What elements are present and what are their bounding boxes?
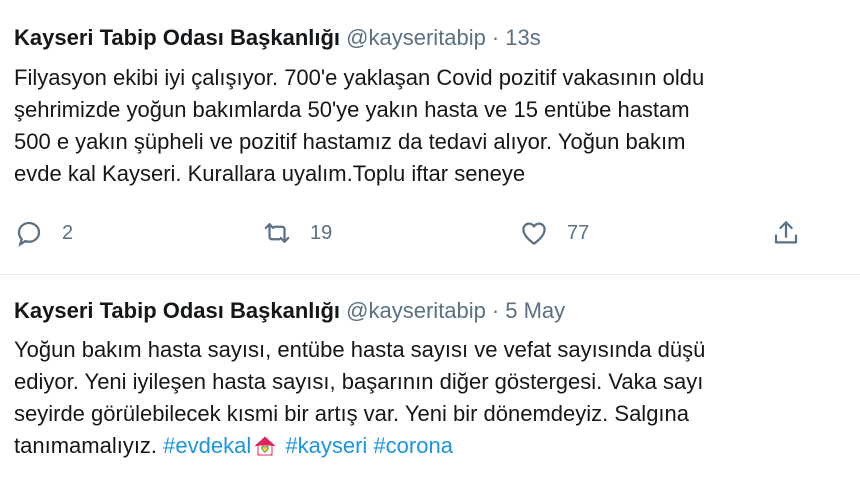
hashtag-kayseri[interactable]: #kayseri [285,433,367,458]
reply-button[interactable]: 2 [14,218,73,248]
tweet-text-fragment: tanımamalıyız. [14,433,158,458]
author-handle[interactable]: @kayseritabip [346,25,486,50]
tweet-timestamp[interactable]: 13s [505,25,540,50]
like-button[interactable]: 77 [519,218,589,248]
share-icon [774,221,798,244]
tweet-text-line: Yoğun bakım hasta sayısı, entübe hasta s… [14,337,706,362]
separator-dot: · [491,25,500,50]
hashtag-evdekal[interactable]: #evdekal [163,433,251,458]
share-button[interactable] [771,218,801,248]
tweet-1[interactable]: Kayseri Tabip Odası Başkanlığı @kayserit… [0,0,860,275]
retweet-count: 19 [310,221,333,244]
tweet-2[interactable]: Kayseri Tabip Odası Başkanlığı @kayserit… [0,275,860,480]
tweet-text-line: Filyasyon ekibi iyi çalışıyor. 700'e yak… [14,65,705,90]
heart-icon [522,222,546,245]
tweet-text-line: seyirde görülebilecek kısmi bir artış va… [14,401,690,426]
tweet-text-line: 500 e yakın şüpheli ve pozitif hastamız … [14,129,686,154]
like-count: 77 [567,221,590,244]
author-name[interactable]: Kayseri Tabip Odası Başkanlığı [14,298,340,323]
reply-count: 2 [62,221,74,244]
tweet-header: Kayseri Tabip Odası Başkanlığı @kayserit… [14,296,565,326]
retweet-icon [264,223,290,243]
reply-icon [17,221,41,247]
tweet-text-line: evde kal Kayseri. Kurallara uyalım.Toplu… [14,161,526,186]
tweet-text: Filyasyon ekibi iyi çalışıyor. 700'e yak… [14,62,860,190]
author-handle[interactable]: @kayseritabip [346,298,486,323]
house-with-heart-emoji [253,434,277,462]
author-name[interactable]: Kayseri Tabip Odası Başkanlığı [14,25,340,50]
tweet-text-line: şehrimizde yoğun bakımlarda 50'ye yakın … [14,97,690,122]
tweet-actions: 2 19 77 [0,218,860,258]
tweet-text-line: ediyor. Yeni iyileşen hasta sayısı, başa… [14,369,704,394]
hashtag-corona[interactable]: #corona [373,433,453,458]
retweet-button[interactable]: 19 [262,218,332,248]
tweet-text: Yoğun bakım hasta sayısı, entübe hasta s… [14,334,860,462]
tweet-header: Kayseri Tabip Odası Başkanlığı @kayserit… [14,23,541,53]
separator-dot: · [491,298,500,323]
tweet-timestamp[interactable]: 5 May [505,298,565,323]
tweet-text-last-line: tanımamalıyız. #evdekal #kayseri #corona [14,430,860,462]
